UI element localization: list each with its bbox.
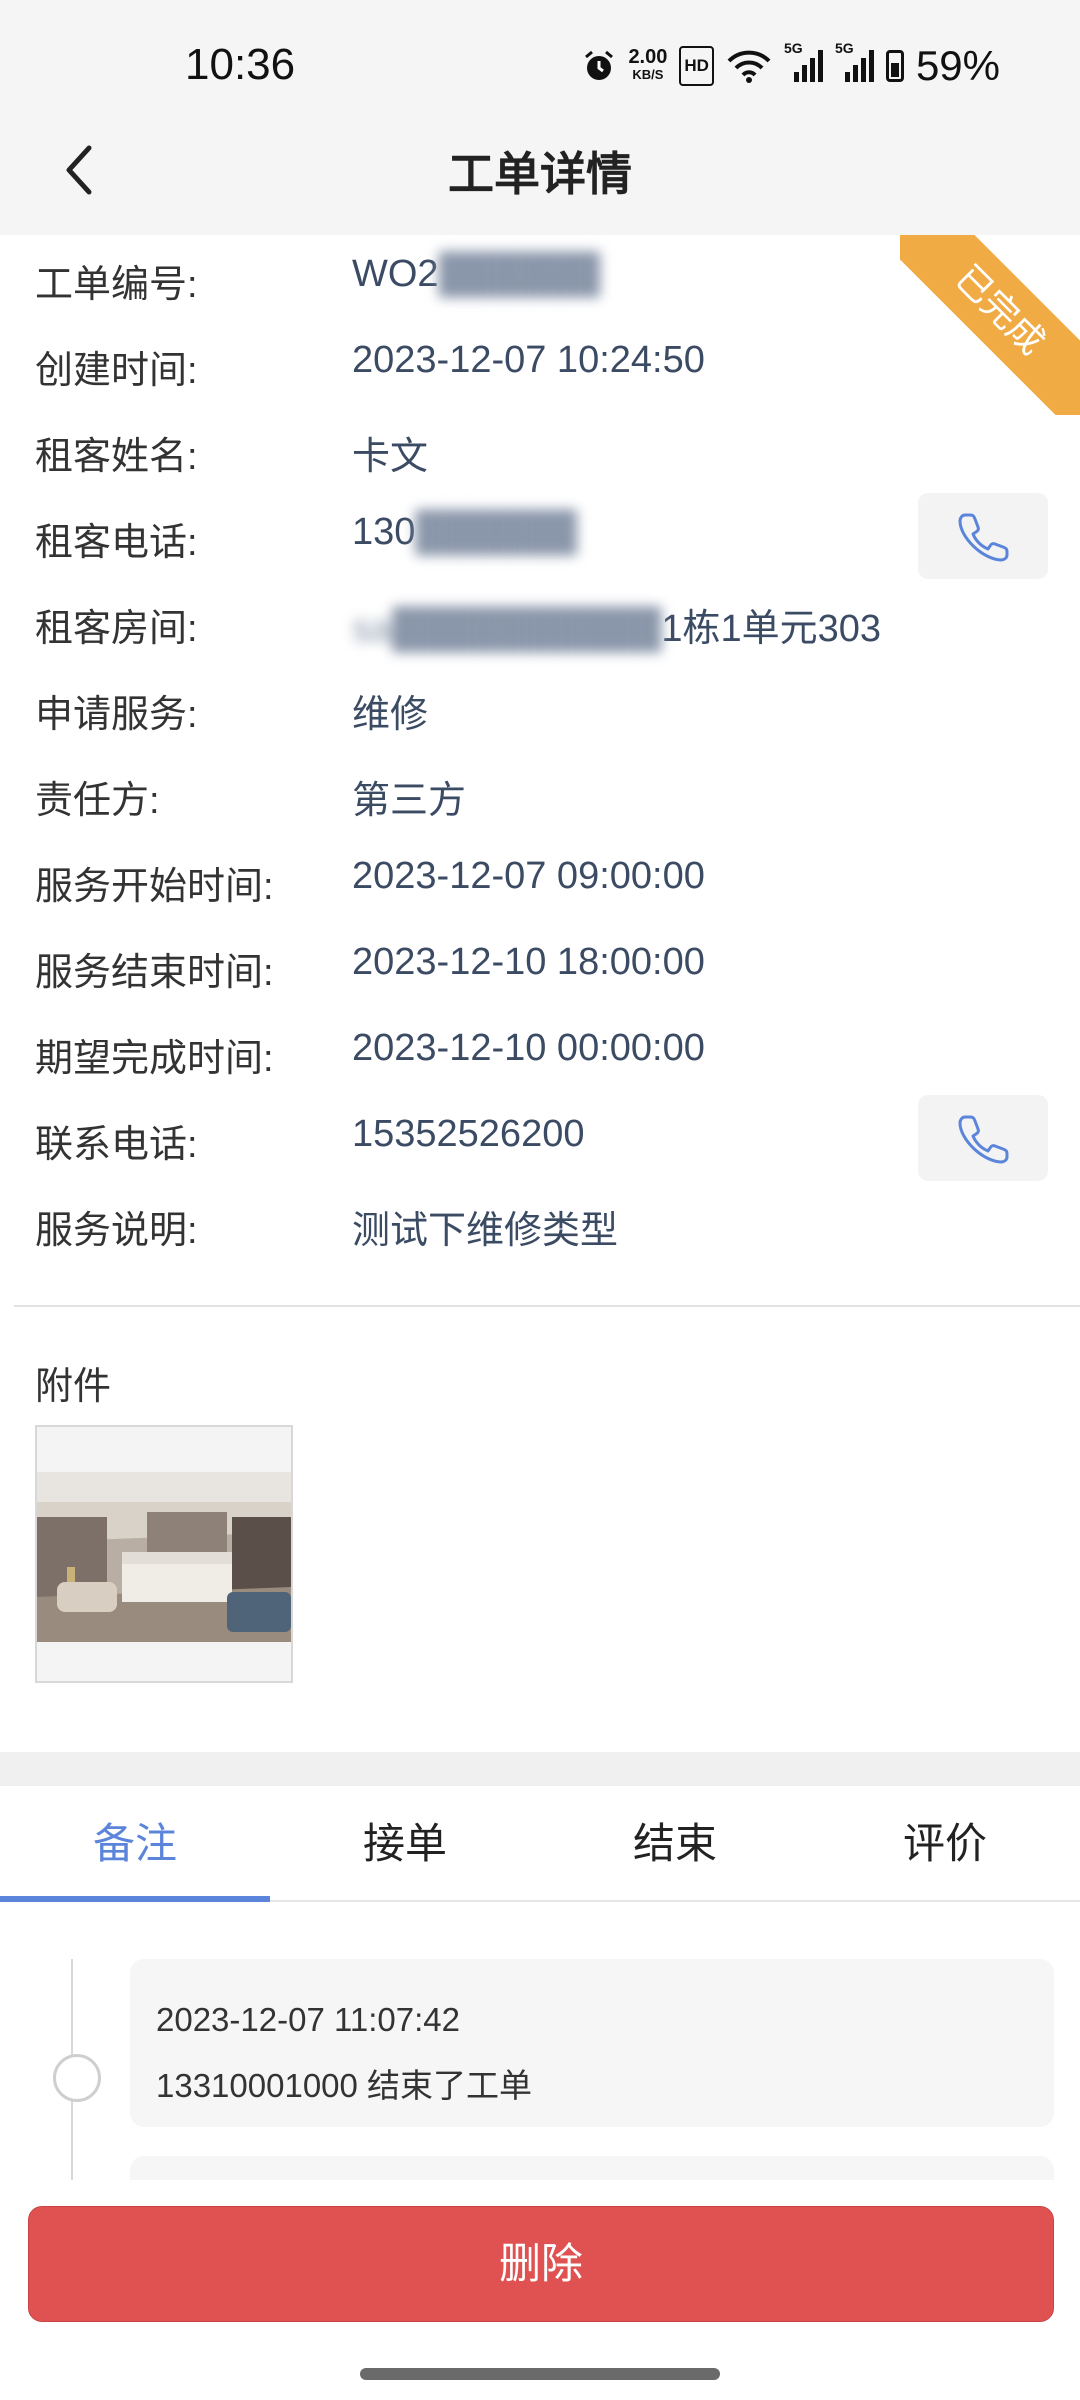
call-contact-button[interactable]	[918, 1095, 1048, 1181]
field-label: 租客房间:	[35, 608, 198, 650]
sim2-label: 5G	[834, 40, 854, 56]
field-value: WO2██████	[352, 253, 600, 296]
section-gap	[0, 1752, 1080, 1786]
field-label: 工单编号:	[35, 264, 198, 306]
attachment-thumbnail[interactable]	[35, 1425, 293, 1683]
nav-bar: 工单详情	[0, 110, 1080, 235]
field-expected-finish: 期望完成时间: 2023-12-10 00:00:00	[0, 1009, 1080, 1095]
field-value: 测试下维修类型	[352, 1210, 619, 1252]
attachments-label: 附件	[35, 1366, 112, 1408]
tab-accept[interactable]: 接单	[270, 1786, 540, 1900]
status-ribbon-label: 已完成	[900, 235, 1080, 415]
field-tenant-name: 租客姓名: 卡文	[0, 407, 1080, 493]
field-value: 2023-12-10 00:00:00	[352, 1027, 705, 1069]
field-value: 130██████	[352, 511, 577, 554]
tenant-phone-visible: 130	[352, 511, 416, 553]
tab-bar: 备注 接单 结束 评价	[0, 1786, 1080, 1902]
field-responsible: 责任方: 第三方	[0, 751, 1080, 837]
redacted-text: ██████	[415, 511, 577, 553]
field-tenant-room: 租客房间: sa██████████1栋1单元303	[0, 579, 1080, 665]
tab-review[interactable]: 评价	[810, 1786, 1080, 1900]
field-label: 服务结束时间:	[35, 952, 274, 994]
order-number-visible: WO2	[352, 253, 439, 295]
field-value: 维修	[352, 694, 429, 736]
wifi-icon	[726, 46, 772, 86]
room-photo	[37, 1472, 291, 1642]
field-value: 2023-12-07 10:24:50	[352, 339, 705, 381]
bottom-action-bar: 删除	[0, 2180, 1080, 2400]
field-value: sa██████████1栋1单元303	[352, 597, 881, 652]
timeline-item: 2023-12-07 11:07:42 13310001000 结束了工单	[130, 1959, 1054, 2127]
field-service-description: 服务说明: 测试下维修类型	[0, 1181, 1080, 1267]
status-icons: 2.00 KB/S HD 5G 5G 59%	[582, 40, 1000, 90]
field-tenant-phone: 租客电话: 130██████	[0, 493, 1080, 579]
field-label: 创建时间:	[35, 350, 198, 392]
battery-icon	[885, 46, 904, 86]
field-service-end: 服务结束时间: 2023-12-10 18:00:00	[0, 923, 1080, 1009]
home-indicator[interactable]	[360, 2368, 720, 2380]
room-suffix: 1栋1单元303	[661, 608, 882, 650]
field-value: 卡文	[352, 436, 429, 478]
redacted-text: ██████	[438, 253, 601, 295]
divider	[14, 1305, 1080, 1307]
alarm-icon	[582, 46, 616, 86]
field-value: 2023-12-07 09:00:00	[352, 855, 705, 897]
delete-button[interactable]: 删除	[28, 2206, 1054, 2322]
field-label: 租客姓名:	[35, 436, 198, 478]
battery-percent: 59%	[915, 42, 1000, 89]
timeline-text: 13310001000 结束了工单	[156, 2067, 533, 2104]
field-label: 申请服务:	[35, 694, 198, 736]
call-tenant-button[interactable]	[918, 493, 1048, 579]
field-label: 联系电话:	[35, 1124, 198, 1166]
phone-icon	[958, 1115, 1009, 1164]
field-label: 租客电话:	[35, 522, 198, 564]
status-ribbon: 已完成	[900, 235, 1080, 415]
signal-sim2-icon: 5G	[835, 40, 874, 86]
field-value: 第三方	[352, 780, 467, 822]
field-label: 期望完成时间:	[35, 1038, 274, 1080]
tab-remarks[interactable]: 备注	[0, 1786, 270, 1902]
timeline-dot	[53, 2054, 101, 2102]
net-speed-value: 2.00	[628, 46, 668, 68]
field-value: 2023-12-10 18:00:00	[352, 941, 705, 983]
field-label: 服务开始时间:	[35, 866, 274, 908]
field-contact-phone: 联系电话: 15352526200	[0, 1095, 1080, 1181]
field-label: 责任方:	[35, 780, 160, 822]
field-label: 服务说明:	[35, 1210, 198, 1252]
timeline-time: 2023-12-07 11:07:42	[156, 2001, 460, 2038]
room-prefix: sa	[352, 608, 393, 650]
field-value: 15352526200	[352, 1113, 585, 1155]
field-service-start: 服务开始时间: 2023-12-07 09:00:00	[0, 837, 1080, 923]
phone-icon	[958, 513, 1009, 562]
redacted-text: sa██████████	[352, 608, 662, 650]
net-speed-unit: KB/S	[632, 67, 664, 82]
tab-finish[interactable]: 结束	[540, 1786, 810, 1900]
page-title: 工单详情	[448, 148, 632, 200]
timeline: 2023-12-07 11:07:42 13310001000 结束了工单	[0, 1904, 1080, 2184]
field-service: 申请服务: 维修	[0, 665, 1080, 751]
net-speed: 2.00 KB/S	[628, 46, 667, 86]
sim1-label: 5G	[783, 40, 803, 56]
hd-voice-icon: HD	[679, 46, 714, 86]
signal-sim1-icon: 5G	[784, 40, 823, 86]
status-time: 10:36	[185, 40, 296, 89]
